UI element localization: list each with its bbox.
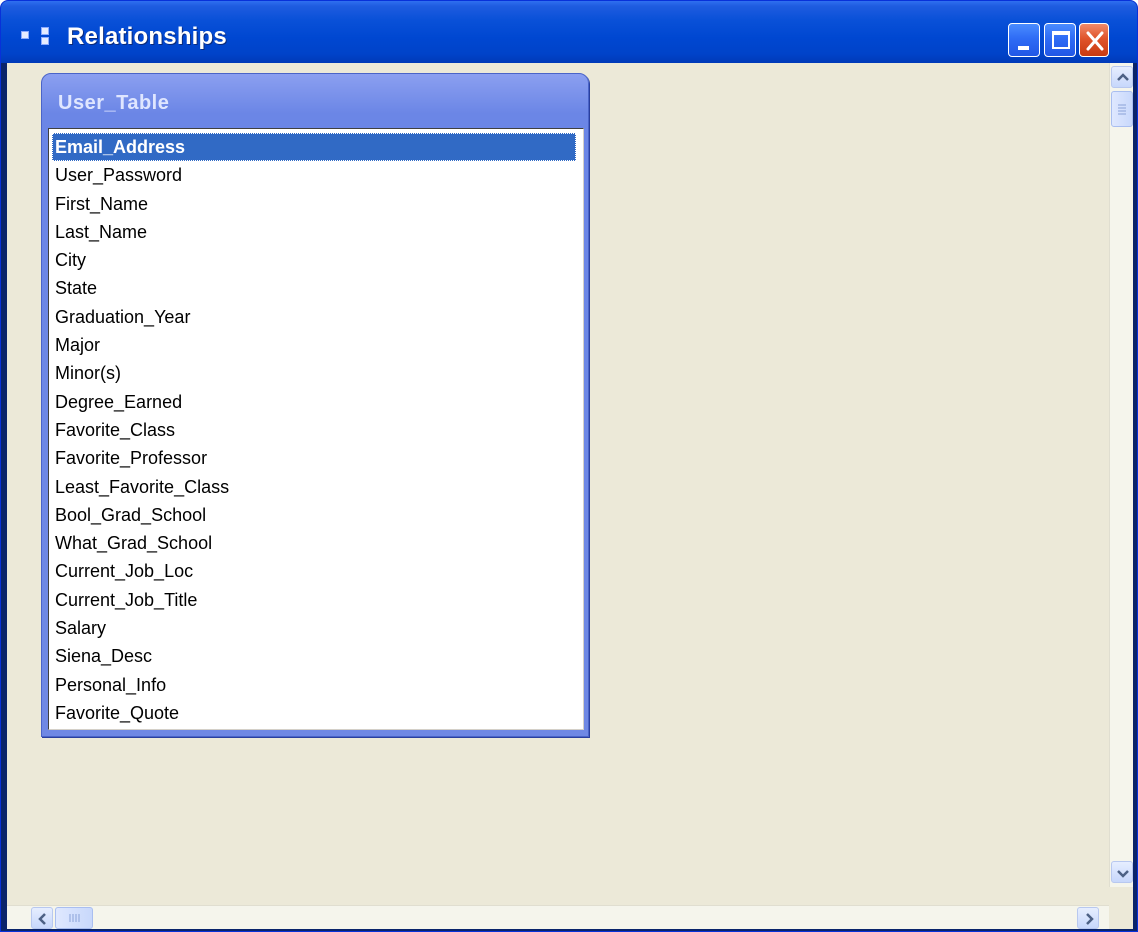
chevron-right-icon — [1086, 913, 1094, 925]
field-item[interactable]: Bool_Grad_School — [52, 501, 583, 529]
horizontal-scroll-thumb[interactable] — [55, 907, 93, 929]
grip-icon — [1118, 104, 1126, 115]
maximize-button[interactable] — [1044, 23, 1076, 57]
field-item[interactable]: Favorite_Class — [52, 416, 583, 444]
close-button[interactable] — [1079, 23, 1109, 57]
vertical-scrollbar[interactable] — [1109, 63, 1133, 887]
chevron-up-icon — [1117, 73, 1129, 81]
table-title[interactable]: User_Table — [58, 92, 169, 115]
chevron-down-icon — [1117, 870, 1129, 878]
grip-icon — [69, 914, 80, 922]
field-item[interactable]: Email_Address — [52, 133, 576, 162]
relationships-canvas[interactable]: User_Table Email_Address User_Password Fir… — [7, 63, 1133, 929]
field-item[interactable]: Minor(s) — [52, 359, 583, 387]
field-item[interactable]: Current_Job_Title — [52, 586, 583, 614]
maximize-icon — [1052, 31, 1070, 49]
field-item[interactable]: City — [52, 246, 583, 274]
field-item[interactable]: Personal_Info — [52, 671, 583, 699]
minimize-icon — [1018, 46, 1029, 50]
field-item[interactable]: Major — [52, 331, 583, 359]
scroll-down-button[interactable] — [1111, 861, 1133, 883]
field-item[interactable]: What_Grad_School — [52, 529, 583, 557]
scrollbar-corner — [1109, 905, 1133, 929]
scroll-left-button[interactable] — [31, 907, 53, 929]
field-item[interactable]: State — [52, 274, 583, 302]
field-item[interactable]: Salary — [52, 614, 583, 642]
close-icon — [1086, 31, 1104, 51]
relationships-window: Relationships User_Table Email_Address Us… — [0, 0, 1138, 932]
field-item[interactable]: Least_Favorite_Class — [52, 473, 583, 501]
field-list[interactable]: Email_Address User_Password First_Name Last… — [48, 128, 584, 730]
chevron-left-icon — [38, 913, 46, 925]
field-item[interactable]: User_Password — [52, 161, 583, 189]
field-item[interactable]: Siena_Desc — [52, 642, 583, 670]
window-title: Relationships — [67, 23, 227, 50]
field-item[interactable]: Current_Job_Loc — [52, 557, 583, 585]
vertical-scroll-thumb[interactable] — [1111, 91, 1133, 127]
user-table-box[interactable]: User_Table Email_Address User_Password Fir… — [41, 73, 589, 737]
field-item[interactable]: First_Name — [52, 190, 583, 218]
field-item[interactable]: Degree_Earned — [52, 388, 583, 416]
field-item[interactable]: Last_Name — [52, 218, 583, 246]
scroll-up-button[interactable] — [1111, 66, 1133, 88]
relationships-icon[interactable] — [21, 27, 61, 47]
horizontal-scrollbar[interactable] — [7, 905, 1109, 929]
title-bar[interactable]: Relationships — [1, 1, 1137, 63]
field-item[interactable]: Favorite_Professor — [52, 444, 583, 472]
field-item[interactable]: Favorite_Quote — [52, 699, 583, 727]
field-item[interactable]: Graduation_Year — [52, 303, 583, 331]
scroll-right-button[interactable] — [1077, 907, 1099, 929]
minimize-button[interactable] — [1008, 23, 1040, 57]
